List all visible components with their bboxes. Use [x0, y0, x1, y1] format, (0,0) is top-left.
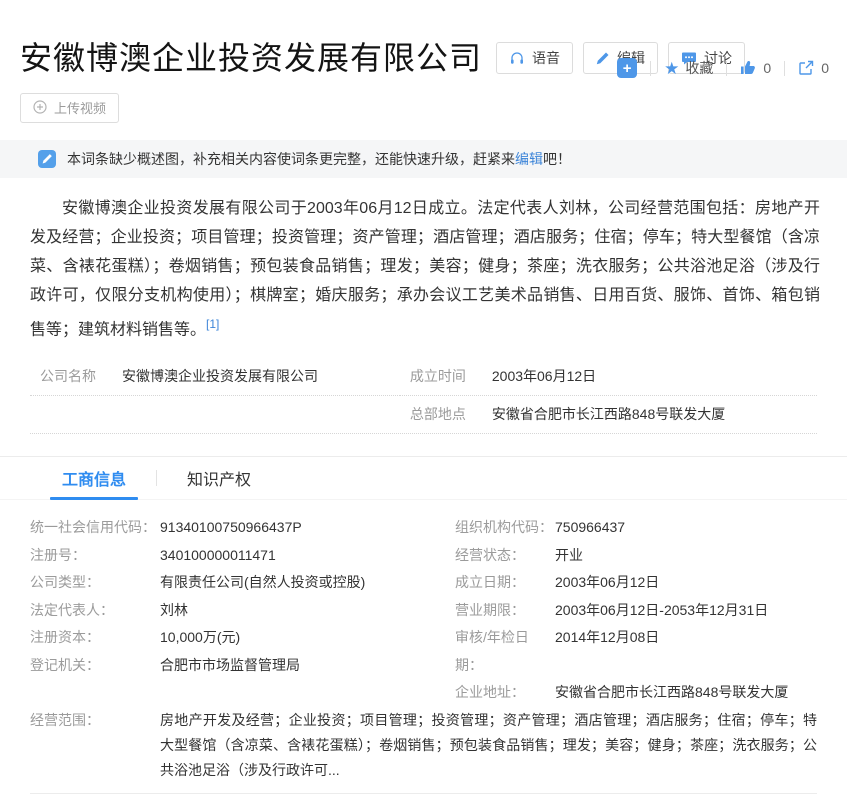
- divider: [784, 61, 785, 76]
- circle-plus-icon: [33, 100, 47, 114]
- like-count: 0: [763, 60, 771, 76]
- field-label: 企业地址：: [455, 679, 555, 707]
- field-label: 营业期限：: [455, 597, 555, 625]
- share-button[interactable]: 0: [798, 60, 829, 76]
- plus-glyph: +: [623, 61, 632, 76]
- field-label: 组织机构代码：: [455, 514, 555, 542]
- notice-bar: 本词条缺少概述图，补充相关内容使词条更完整，还能快速升级，赶紧来编辑吧！: [0, 140, 847, 178]
- voice-button[interactable]: 语音: [496, 42, 573, 74]
- add-icon[interactable]: +: [617, 58, 637, 78]
- field-label: 法定代表人：: [30, 597, 160, 625]
- field-label: 注册号：: [30, 542, 160, 570]
- field-label: 成立日期：: [455, 569, 555, 597]
- field-label: 经营范围：: [30, 708, 160, 783]
- field-value: 有限责任公司(自然人投资或控股): [160, 569, 365, 597]
- field-row-registration-authority: 登记机关： 合肥市市场监督管理局: [30, 652, 455, 680]
- info-row-headquarters: 总部地点 安徽省合肥市长江西路848号联发大厦: [400, 396, 817, 433]
- field-row-establishment-date: 成立日期： 2003年06月12日: [455, 569, 817, 597]
- field-value: 750966437: [555, 514, 625, 542]
- field-row-organization-code: 组织机构代码： 750966437: [455, 514, 817, 542]
- field-value: 开业: [555, 542, 583, 570]
- info-value: 安徽省合肥市长江西路848号联发大厦: [492, 404, 725, 424]
- info-row-spacer: [30, 396, 400, 427]
- page-title: 安徽博澳企业投资发展有限公司: [20, 40, 482, 77]
- notice-text-after: 吧！: [543, 151, 571, 167]
- notice-edit-link[interactable]: 编辑: [515, 151, 543, 167]
- business-info-grid: 统一社会信用代码： 91340100750966437P 注册号： 340100…: [30, 514, 817, 707]
- field-value: 2014年12月08日: [555, 624, 659, 652]
- thumbs-up-icon: [740, 60, 756, 76]
- field-value: 房地产开发及经营；企业投资；项目管理；投资管理；资产管理；酒店管理；酒店服务；住…: [160, 708, 817, 783]
- field-row-credit-code: 统一社会信用代码： 91340100750966437P: [30, 514, 455, 542]
- field-label: 登记机关：: [30, 652, 160, 680]
- notice-text: 本词条缺少概述图，补充相关内容使词条更完整，还能快速升级，赶紧来编辑吧！: [67, 149, 571, 169]
- field-value: 2003年06月12日: [555, 569, 659, 597]
- field-label: 统一社会信用代码：: [30, 514, 160, 542]
- divider: [650, 61, 651, 76]
- tab-divider: [156, 470, 157, 486]
- voice-label: 语音: [532, 48, 560, 68]
- tab-intellectual-property[interactable]: 知识产权: [187, 457, 251, 499]
- info-label: 成立时间: [400, 366, 492, 386]
- info-label: 公司名称: [30, 366, 122, 386]
- favorite-label: 收藏: [685, 58, 713, 78]
- summary-text: 安徽博澳企业投资发展有限公司于2003年06月12日成立。法定代表人刘林，公司经…: [30, 200, 820, 338]
- field-value: 91340100750966437P: [160, 514, 302, 542]
- field-value: 340100000011471: [160, 542, 276, 570]
- basic-info-left-column: 公司名称 安徽博澳企业投资发展有限公司: [30, 358, 400, 433]
- field-row-inspection-date: 审核/年检日期： 2014年12月08日: [455, 624, 817, 679]
- field-value: 2003年06月12日-2053年12月31日: [555, 597, 768, 625]
- field-row-company-address: 企业地址： 安徽省合肥市长江西路848号联发大厦: [455, 679, 817, 707]
- business-info-right-column: 组织机构代码： 750966437 经营状态： 开业 成立日期： 2003年06…: [455, 514, 817, 707]
- tab-business-info[interactable]: 工商信息: [62, 457, 126, 499]
- pencil-icon: [596, 51, 610, 65]
- reference-link[interactable]: [1]: [206, 317, 219, 331]
- upload-video-label: 上传视频: [54, 98, 106, 117]
- divider: [726, 61, 727, 76]
- field-label: 注册资本：: [30, 624, 160, 652]
- edit-pencil-icon: [38, 150, 56, 168]
- business-info-section: 统一社会信用代码： 91340100750966437P 注册号： 340100…: [0, 500, 847, 794]
- field-row-company-type: 公司类型： 有限责任公司(自然人投资或控股): [30, 569, 455, 597]
- field-label: 经营状态：: [455, 542, 555, 570]
- field-row-business-scope: 经营范围： 房地产开发及经营；企业投资；项目管理；投资管理；资产管理；酒店管理；…: [30, 708, 817, 783]
- info-row-founded-date: 成立时间 2003年06月12日: [400, 358, 817, 396]
- field-row-business-term: 营业期限： 2003年06月12日-2053年12月31日: [455, 597, 817, 625]
- field-row-operating-status: 经营状态： 开业: [455, 542, 817, 570]
- info-value: 安徽博澳企业投资发展有限公司: [122, 366, 318, 386]
- notice-text-before: 本词条缺少概述图，补充相关内容使词条更完整，还能快速升级，赶紧来: [67, 151, 515, 167]
- info-row-company-name: 公司名称 安徽博澳企业投资发展有限公司: [30, 358, 400, 396]
- like-button[interactable]: 0: [740, 60, 771, 76]
- summary-paragraph: 安徽博澳企业投资发展有限公司于2003年06月12日成立。法定代表人刘林，公司经…: [30, 194, 820, 344]
- info-value: 2003年06月12日: [492, 366, 596, 386]
- business-info-left-column: 统一社会信用代码： 91340100750966437P 注册号： 340100…: [30, 514, 455, 707]
- info-label: 总部地点: [400, 404, 492, 424]
- field-value: 10,000万(元): [160, 624, 240, 652]
- favorite-button[interactable]: ★ 收藏: [664, 58, 713, 78]
- page-action-bar: + ★ 收藏 0 0: [617, 58, 829, 78]
- field-label: 审核/年检日期：: [455, 624, 555, 679]
- section-bottom-divider: [30, 793, 817, 794]
- field-row-registered-capital: 注册资本： 10,000万(元): [30, 624, 455, 652]
- share-icon: [798, 60, 814, 76]
- field-label: 公司类型：: [30, 569, 160, 597]
- section-tab-bar: 工商信息 知识产权: [0, 456, 847, 500]
- field-value: 安徽省合肥市长江西路848号联发大厦: [555, 679, 788, 707]
- basic-info-right-column: 成立时间 2003年06月12日 总部地点 安徽省合肥市长江西路848号联发大厦: [400, 358, 817, 433]
- field-row-legal-representative: 法定代表人： 刘林: [30, 597, 455, 625]
- headphones-icon: [509, 50, 525, 66]
- basic-info-card: 公司名称 安徽博澳企业投资发展有限公司 成立时间 2003年06月12日 总部地…: [30, 358, 817, 434]
- upload-video-button[interactable]: 上传视频: [20, 93, 119, 123]
- star-icon: ★: [664, 60, 679, 77]
- share-count: 0: [821, 60, 829, 76]
- field-value: 合肥市市场监督管理局: [160, 652, 300, 680]
- field-value: 刘林: [160, 597, 188, 625]
- field-row-registration-number: 注册号： 340100000011471: [30, 542, 455, 570]
